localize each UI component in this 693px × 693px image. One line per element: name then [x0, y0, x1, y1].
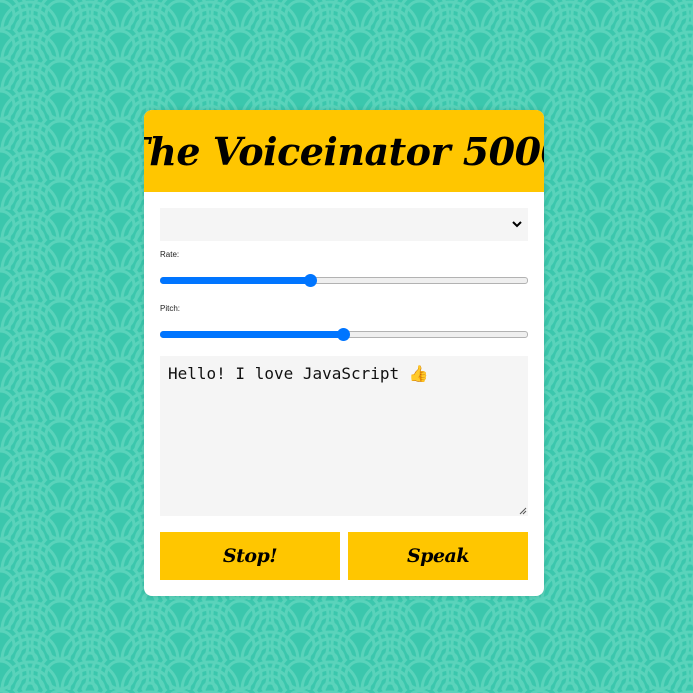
voice-select[interactable]: [160, 208, 528, 241]
message-text: Hello! I love JavaScript 👍: [168, 364, 429, 383]
stop-button[interactable]: Stop!: [160, 532, 340, 580]
pitch-label: Pitch:: [160, 304, 181, 313]
header-bar: The Voiceinator 5000: [144, 110, 544, 192]
rate-slider[interactable]: [160, 272, 528, 288]
pitch-slider-fill: [160, 331, 343, 338]
resize-grip-icon[interactable]: [519, 507, 527, 515]
message-textarea[interactable]: Hello! I love JavaScript 👍: [160, 356, 528, 516]
pitch-slider-thumb[interactable]: [337, 328, 350, 341]
pitch-slider[interactable]: [160, 326, 528, 342]
rate-slider-thumb[interactable]: [304, 274, 317, 287]
page-title: The Voiceinator 5000: [144, 128, 544, 174]
rate-slider-fill: [160, 277, 310, 284]
chevron-down-icon: [512, 221, 522, 228]
speak-button[interactable]: Speak: [348, 532, 528, 580]
voiceinator-panel: The Voiceinator 5000 Rate: Pitch: Hello!…: [144, 110, 544, 596]
rate-label: Rate:: [160, 250, 180, 259]
